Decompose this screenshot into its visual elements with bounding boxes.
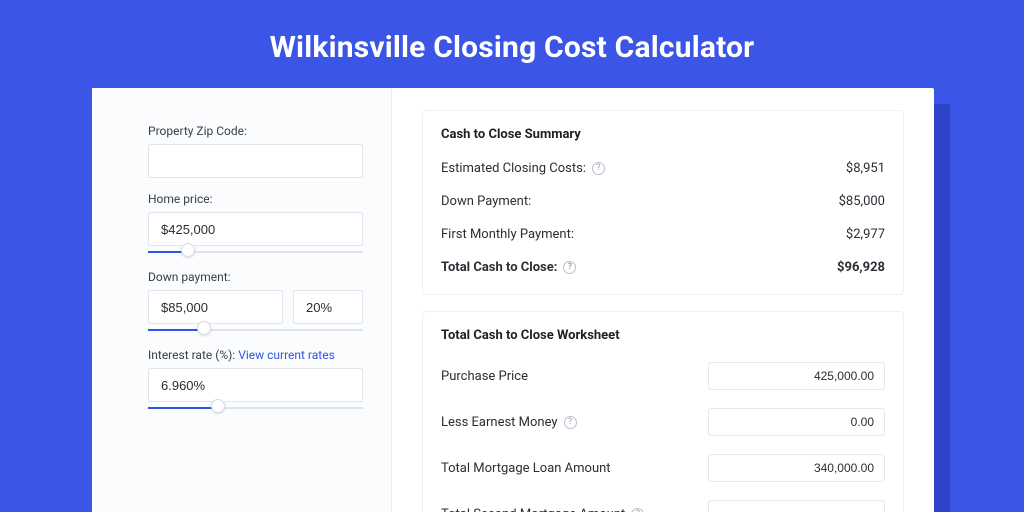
price-label: Home price:	[148, 192, 363, 206]
ws-purchase-label: Purchase Price	[441, 369, 528, 384]
ws-mortgage-label: Total Mortgage Loan Amount	[441, 461, 611, 476]
inputs-panel: Property Zip Code: Home price: Down paym…	[92, 88, 392, 512]
down-slider-thumb[interactable]	[197, 321, 211, 335]
ws-row-purchase: Purchase Price	[441, 353, 885, 399]
summary-row-total: Total Cash to Close: ? $96,928	[441, 251, 885, 284]
worksheet-panel: Total Cash to Close Worksheet Purchase P…	[422, 311, 904, 512]
ws-row-second: Total Second Mortgage Amount ?	[441, 491, 885, 512]
field-down: Down payment:	[148, 270, 363, 334]
price-slider[interactable]	[148, 248, 363, 256]
ws-earnest-label: Less Earnest Money	[441, 415, 558, 430]
field-zip: Property Zip Code:	[148, 124, 363, 178]
help-icon[interactable]: ?	[564, 416, 577, 429]
field-price: Home price:	[148, 192, 363, 256]
ws-second-input[interactable]	[708, 500, 885, 512]
summary-row-closing: Estimated Closing Costs: ? $8,951	[441, 152, 885, 185]
view-rates-link[interactable]: View current rates	[238, 348, 335, 362]
summary-row-first: First Monthly Payment: $2,977	[441, 218, 885, 251]
calculator-card: Property Zip Code: Home price: Down paym…	[92, 88, 934, 512]
summary-column: Cash to Close Summary Estimated Closing …	[392, 88, 934, 512]
down-amount-input[interactable]	[148, 290, 283, 324]
summary-total-value: $96,928	[837, 260, 885, 275]
rate-slider-thumb[interactable]	[211, 399, 225, 413]
down-slider[interactable]	[148, 326, 363, 334]
down-percent-input[interactable]	[293, 290, 363, 324]
zip-input[interactable]	[148, 144, 363, 178]
summary-closing-value: $8,951	[846, 161, 885, 176]
ws-row-mortgage: Total Mortgage Loan Amount	[441, 445, 885, 491]
summary-down-value: $85,000	[839, 194, 885, 209]
help-icon[interactable]: ?	[563, 261, 576, 274]
summary-total-label: Total Cash to Close:	[441, 260, 557, 275]
summary-panel: Cash to Close Summary Estimated Closing …	[422, 110, 904, 295]
summary-closing-label: Estimated Closing Costs:	[441, 161, 586, 176]
rate-slider[interactable]	[148, 404, 363, 412]
summary-first-value: $2,977	[846, 227, 885, 242]
ws-purchase-input[interactable]	[708, 362, 885, 390]
summary-down-label: Down Payment:	[441, 194, 531, 209]
ws-row-earnest: Less Earnest Money ?	[441, 399, 885, 445]
summary-first-label: First Monthly Payment:	[441, 227, 574, 242]
down-label: Down payment:	[148, 270, 363, 284]
ws-mortgage-input[interactable]	[708, 454, 885, 482]
ws-second-label: Total Second Mortgage Amount	[441, 507, 625, 512]
rate-label: Interest rate (%): View current rates	[148, 348, 363, 362]
help-icon[interactable]: ?	[592, 162, 605, 175]
ws-earnest-input[interactable]	[708, 408, 885, 436]
help-icon[interactable]: ?	[631, 508, 644, 512]
rate-input[interactable]	[148, 368, 363, 402]
summary-title: Cash to Close Summary	[441, 121, 885, 152]
field-rate: Interest rate (%): View current rates	[148, 348, 363, 412]
worksheet-title: Total Cash to Close Worksheet	[441, 322, 885, 353]
summary-row-down: Down Payment: $85,000	[441, 185, 885, 218]
price-input[interactable]	[148, 212, 363, 246]
zip-label: Property Zip Code:	[148, 124, 363, 138]
page-title: Wilkinsville Closing Cost Calculator	[0, 0, 1024, 89]
price-slider-thumb[interactable]	[181, 243, 195, 257]
